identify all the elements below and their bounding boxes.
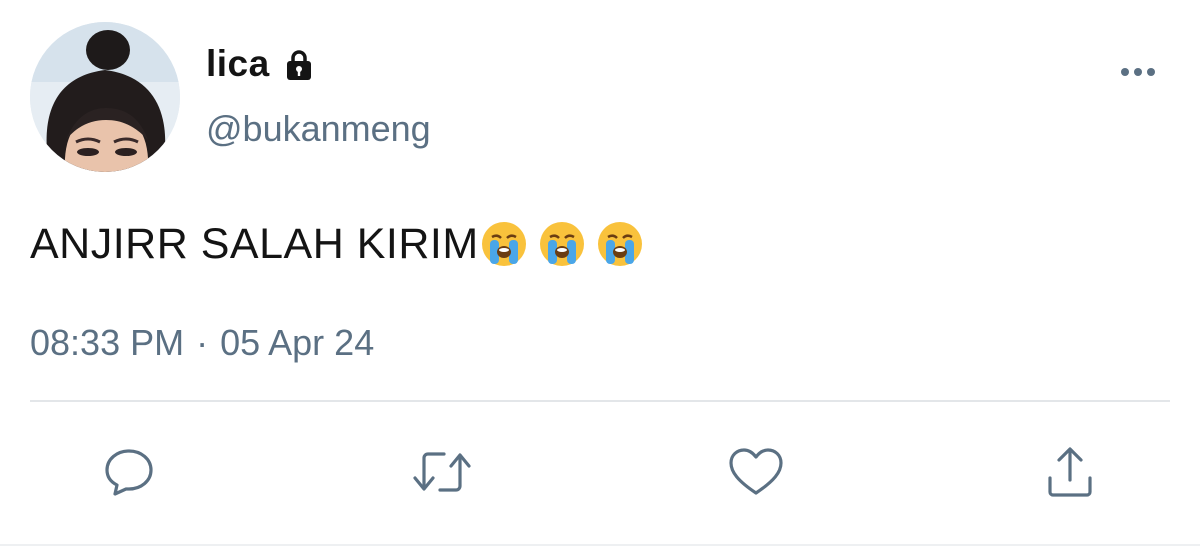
avatar[interactable] — [30, 22, 180, 172]
more-options-icon — [1121, 68, 1155, 76]
lock-icon — [286, 50, 311, 80]
loudly-crying-face-emoji — [481, 222, 526, 266]
divider — [30, 400, 1170, 402]
reply-icon — [105, 449, 153, 496]
retweet-button[interactable] — [410, 440, 474, 504]
timestamp-separator: · — [196, 322, 209, 363]
retweet-icon — [413, 452, 471, 492]
more-options-button[interactable] — [1116, 60, 1160, 84]
tweet-time: 08:33 PM — [30, 322, 185, 363]
bottom-divider — [0, 544, 1200, 546]
reply-button[interactable] — [97, 440, 161, 504]
action-bar — [0, 440, 1200, 504]
tweet-text: ANJIRR SALAH KIRIM — [30, 216, 645, 272]
tweet-date: 05 Apr 24 — [220, 322, 375, 363]
tweet-text-body: ANJIRR SALAH KIRIM — [30, 219, 479, 268]
share-button[interactable] — [1038, 440, 1102, 504]
heart-icon — [729, 448, 783, 495]
user-name-row: lica — [206, 42, 316, 86]
loudly-crying-face-emoji — [539, 222, 584, 266]
loudly-crying-face-emoji — [597, 222, 642, 266]
like-button[interactable] — [724, 440, 788, 504]
user-handle[interactable]: @bukanmeng — [206, 108, 431, 150]
share-icon — [1048, 447, 1092, 497]
tweet-timestamp[interactable]: 08:33 PM · 05 Apr 24 — [30, 322, 374, 364]
display-name[interactable]: lica — [206, 43, 270, 85]
tweet-card: lica @bukanmeng ANJIRR SALAH KIRIM 08:33… — [0, 0, 1200, 559]
